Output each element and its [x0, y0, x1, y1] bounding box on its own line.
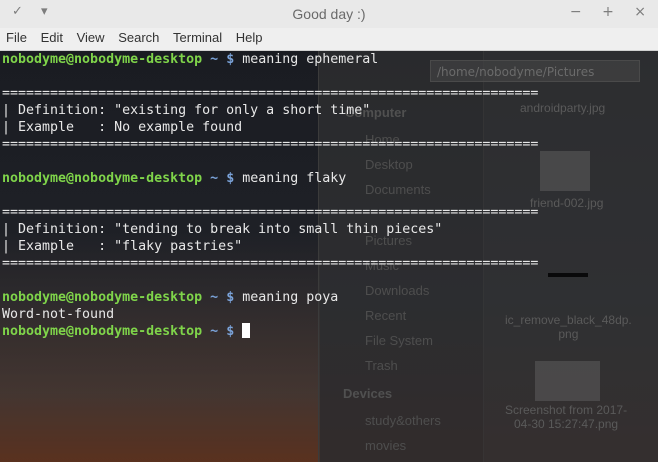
prompt-line: nobodyme@nobodyme-desktop ~ $ meaning po…: [2, 290, 339, 305]
menu-view[interactable]: View: [71, 28, 109, 45]
example-line: | Example : "flaky pastries": [2, 239, 243, 254]
menu-edit[interactable]: Edit: [35, 28, 67, 45]
menu-file[interactable]: File: [0, 28, 31, 45]
menu-bar: File Edit View Search Terminal Help: [0, 28, 658, 51]
title-bar[interactable]: ✓ ▾ Good day :) − + ×: [0, 0, 658, 29]
example-line: | Example : No example found: [2, 120, 243, 135]
maximize-icon[interactable]: +: [602, 4, 614, 20]
separator-line: ========================================…: [2, 205, 539, 220]
prompt-line: nobodyme@nobodyme-desktop ~ $ meaning ep…: [2, 52, 379, 67]
output-line: Word-not-found: [2, 307, 115, 322]
command-text: meaning ephemeral: [242, 52, 379, 67]
terminal-output[interactable]: nobodyme@nobodyme-desktop ~ $ meaning ep…: [0, 51, 658, 462]
separator-line: ========================================…: [2, 256, 539, 271]
command-text: meaning flaky: [242, 171, 347, 186]
command-text: meaning poya: [242, 290, 339, 305]
menu-help[interactable]: Help: [230, 28, 267, 45]
definition-line: | Definition: "existing for only a short…: [2, 103, 371, 118]
titlebar-right-controls: − + ×: [554, 4, 646, 20]
terminal-window: ✓ ▾ Good day :) − + × File Edit View Sea…: [0, 0, 658, 462]
text-cursor: [242, 323, 251, 338]
close-icon[interactable]: ×: [634, 4, 646, 20]
prompt-line: nobodyme@nobodyme-desktop ~ $ meaning fl…: [2, 171, 347, 186]
menu-terminal[interactable]: Terminal: [167, 28, 226, 45]
minimize-icon[interactable]: −: [570, 4, 582, 20]
definition-line: | Definition: "tending to break into sma…: [2, 222, 443, 237]
active-prompt-line[interactable]: nobodyme@nobodyme-desktop ~ $: [0, 323, 658, 340]
separator-line: ========================================…: [2, 86, 539, 101]
menu-search[interactable]: Search: [112, 28, 163, 45]
separator-line: ========================================…: [2, 137, 539, 152]
